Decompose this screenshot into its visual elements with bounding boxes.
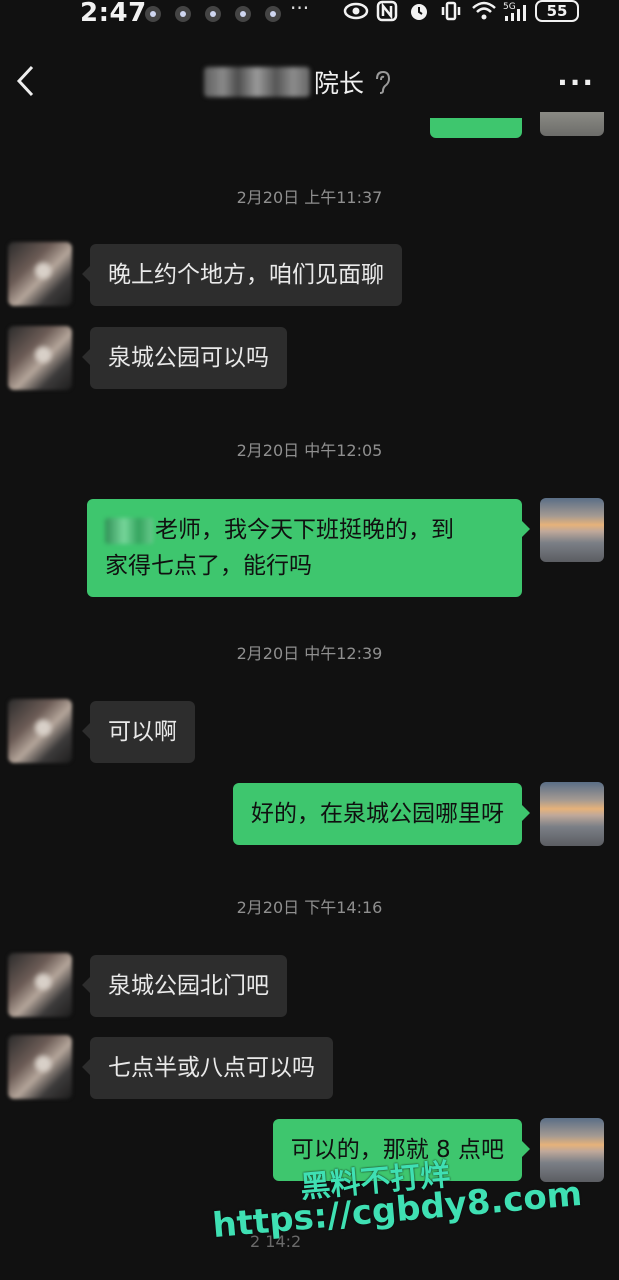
nfc-icon <box>375 0 399 22</box>
notification-icon <box>175 6 191 22</box>
chat-header: 院长 ··· <box>0 50 619 112</box>
notification-icon <box>145 6 161 22</box>
notification-icon <box>205 6 221 22</box>
my-avatar[interactable] <box>540 1118 604 1182</box>
notification-icon <box>235 6 251 22</box>
my-avatar[interactable] <box>540 112 604 136</box>
outgoing-message[interactable]: 老师，我今天下班挺晚的，到 家得七点了，能行吗 <box>87 499 530 597</box>
status-overflow: ··· <box>290 0 310 20</box>
incoming-message[interactable]: 可以啊 <box>82 701 195 763</box>
my-avatar[interactable] <box>540 782 604 846</box>
contact-avatar[interactable] <box>8 326 72 390</box>
signal-5g-icon: 5G <box>503 0 527 22</box>
more-options-icon[interactable]: ··· <box>557 66 595 99</box>
incoming-message[interactable]: 晚上约个地方，咱们见面聊 <box>82 244 402 306</box>
blurred-name <box>204 67 310 97</box>
message-line: 家得七点了，能行吗 <box>105 553 312 579</box>
blurred-name <box>105 517 153 544</box>
status-time: 2:47 <box>80 0 147 28</box>
contact-avatar[interactable] <box>8 953 72 1017</box>
message-line: 老师，我今天下班挺晚的，到 <box>155 517 454 543</box>
chat-title: 院长 <box>204 64 392 100</box>
eye-icon <box>343 0 369 22</box>
incoming-message[interactable]: 七点半或八点可以吗 <box>82 1037 333 1099</box>
chat-title-text: 院长 <box>314 69 365 98</box>
wifi-icon <box>471 0 496 22</box>
contact-avatar[interactable] <box>8 242 72 306</box>
incoming-message[interactable]: 泉城公园可以吗 <box>82 327 287 389</box>
status-bar: 2:47 ··· 5G 55 <box>0 0 619 28</box>
contact-avatar[interactable] <box>8 1035 72 1099</box>
status-icons: 5G 55 <box>343 0 579 22</box>
timestamp: 2月20日 中午12:05 <box>236 441 383 460</box>
ear-mode-icon <box>372 69 392 95</box>
message-list[interactable]: 2月20日 上午11:37 晚上约个地方，咱们见面聊 泉城公园可以吗 2月20日… <box>0 112 619 1280</box>
notification-dots <box>145 6 281 22</box>
contact-avatar[interactable] <box>8 699 72 763</box>
timestamp: 2月20日 上午11:37 <box>236 188 383 207</box>
outgoing-message[interactable]: 好的，在泉城公园哪里呀 <box>233 783 530 845</box>
vibrate-icon <box>439 0 463 22</box>
notification-icon <box>265 6 281 22</box>
back-arrow-icon[interactable] <box>14 64 36 98</box>
incoming-message[interactable]: 泉城公园北门吧 <box>82 955 287 1017</box>
my-avatar[interactable] <box>540 498 604 562</box>
timestamp: 2月20日 中午12:39 <box>236 644 383 663</box>
timestamp: 2月20日 下午14:16 <box>236 898 383 917</box>
alarm-icon <box>407 0 431 22</box>
battery-indicator: 55 <box>535 0 579 22</box>
svg-text:5G: 5G <box>503 2 516 12</box>
outgoing-bubble-cut[interactable] <box>430 118 522 138</box>
